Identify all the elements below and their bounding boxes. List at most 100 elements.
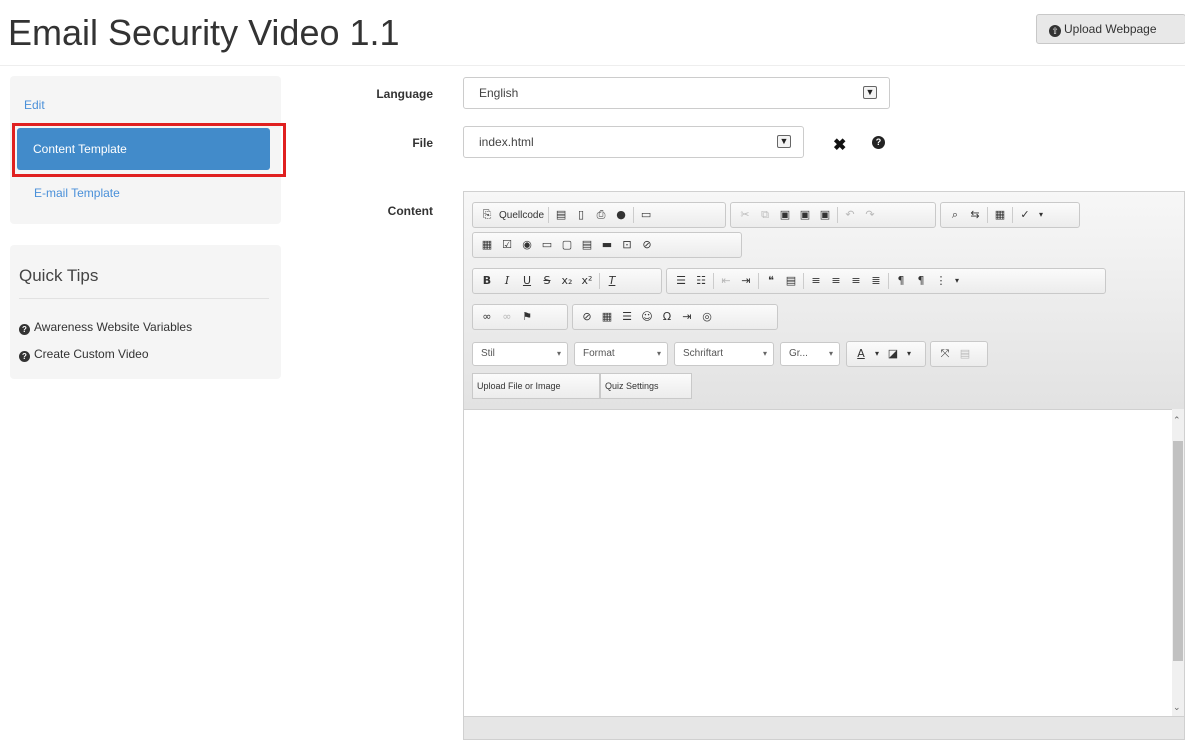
- sidebar-item-edit[interactable]: Edit: [24, 98, 45, 112]
- chevron-down-icon[interactable]: ▾: [874, 347, 880, 361]
- editor-content-area[interactable]: [464, 410, 1172, 716]
- chevron-down-icon: ▾: [656, 349, 661, 358]
- bulleted-list-icon[interactable]: ☷: [694, 274, 708, 288]
- delete-file-button[interactable]: ✖: [833, 135, 846, 155]
- link-icon[interactable]: ∞: [480, 310, 494, 324]
- style-dropdown-label: Stil: [481, 348, 495, 359]
- copy-icon[interactable]: ⧉: [758, 208, 772, 222]
- toolbar-group-forms: ▦ ☑ ◉ ▭ ▢ ▤ ▬ ⊡ ⊘: [472, 232, 742, 258]
- smiley-icon[interactable]: ☺: [640, 310, 654, 324]
- subscript-icon[interactable]: x₂: [560, 274, 574, 288]
- upload-file-button[interactable]: Upload File or Image: [472, 373, 600, 399]
- source-icon[interactable]: ⎘: [480, 208, 494, 222]
- chevron-down-icon[interactable]: ▾: [954, 274, 960, 288]
- undo-icon[interactable]: ↶: [843, 208, 857, 222]
- ltr-icon[interactable]: ¶: [894, 274, 908, 288]
- language-select-value: English: [479, 86, 519, 100]
- toolbar-group-paragraph: ☰ ☷ ⇤ ⇥ ❝ ▤ ≡ ≡ ≡ ≣ ¶ ¶ ⋮ ▾: [666, 268, 1106, 294]
- language-label: Language: [376, 87, 433, 101]
- text-color-icon[interactable]: A: [854, 347, 868, 361]
- justify-icon[interactable]: ≣: [869, 274, 883, 288]
- blockquote-icon[interactable]: ❝: [764, 274, 778, 288]
- horizontal-rule-icon[interactable]: ☰: [620, 310, 634, 324]
- file-select[interactable]: index.html ▼: [463, 126, 804, 158]
- maximize-icon[interactable]: ⤧: [938, 347, 952, 361]
- unlink-icon[interactable]: ∞: [500, 310, 514, 324]
- iframe-icon[interactable]: ◎: [700, 310, 714, 324]
- superscript-icon[interactable]: x²: [580, 274, 594, 288]
- button-field-icon[interactable]: ▬: [600, 238, 614, 252]
- rtl-icon[interactable]: ¶: [914, 274, 928, 288]
- language-select[interactable]: English ▼: [463, 77, 890, 109]
- strikethrough-icon[interactable]: S: [540, 274, 554, 288]
- page-break-icon[interactable]: ⇥: [680, 310, 694, 324]
- special-char-icon[interactable]: Ω: [660, 310, 674, 324]
- paste-word-icon[interactable]: ▣: [818, 208, 832, 222]
- font-dropdown[interactable]: Schriftart ▾: [674, 342, 774, 366]
- templates-icon[interactable]: ▭: [639, 208, 653, 222]
- toolbar-group-clipboard: ✂ ⧉ ▣ ▣ ▣ ↶ ↷: [730, 202, 936, 228]
- style-dropdown[interactable]: Stil ▾: [472, 342, 568, 366]
- italic-icon[interactable]: I: [500, 274, 514, 288]
- quick-tip-create-custom-video[interactable]: ? Create Custom Video: [19, 347, 149, 362]
- show-blocks-icon[interactable]: ▤: [958, 347, 972, 361]
- numbered-list-icon[interactable]: ☰: [674, 274, 688, 288]
- indent-icon[interactable]: ⇥: [739, 274, 753, 288]
- scroll-up-icon[interactable]: ⌃: [1173, 415, 1181, 426]
- file-select-value: index.html: [479, 135, 534, 149]
- size-dropdown[interactable]: Gr... ▾: [780, 342, 840, 366]
- image-button-icon[interactable]: ⊡: [620, 238, 634, 252]
- editor-status-bar: [464, 716, 1184, 739]
- spellcheck-icon[interactable]: ✓: [1018, 208, 1032, 222]
- radio-icon[interactable]: ◉: [520, 238, 534, 252]
- select-field-icon[interactable]: ▤: [580, 238, 594, 252]
- table-icon[interactable]: ▦: [600, 310, 614, 324]
- hidden-field-icon[interactable]: ⊘: [640, 238, 654, 252]
- flash-icon[interactable]: ⊘: [580, 310, 594, 324]
- quick-tip-awareness-variables[interactable]: ? Awareness Website Variables: [19, 320, 192, 335]
- scroll-down-icon[interactable]: ⌄: [1173, 702, 1181, 713]
- replace-icon[interactable]: ⇆: [968, 208, 982, 222]
- upload-webpage-button[interactable]: ⇧ Upload Webpage: [1036, 14, 1185, 44]
- background-color-icon[interactable]: ◪: [886, 347, 900, 361]
- anchor-icon[interactable]: ⚑: [520, 310, 534, 324]
- bold-icon[interactable]: B: [480, 274, 494, 288]
- language-icon[interactable]: ⋮: [934, 274, 948, 288]
- toolbar-group-document: ⎘ Quellcode ▤ ▯ ⎙ ● ▭: [472, 202, 726, 228]
- print-icon[interactable]: ●: [614, 208, 628, 222]
- textfield-icon[interactable]: ▭: [540, 238, 554, 252]
- align-right-icon[interactable]: ≡: [849, 274, 863, 288]
- paste-icon[interactable]: ▣: [778, 208, 792, 222]
- format-dropdown[interactable]: Format ▾: [574, 342, 668, 366]
- outdent-icon[interactable]: ⇤: [719, 274, 733, 288]
- help-icon[interactable]: ?: [872, 136, 885, 149]
- remove-format-icon[interactable]: T: [605, 274, 619, 288]
- preview-icon[interactable]: ⎙: [594, 208, 608, 222]
- paste-text-icon[interactable]: ▣: [798, 208, 812, 222]
- sidebar-item-email-template[interactable]: E-mail Template: [34, 186, 120, 200]
- new-page-icon[interactable]: ▯: [574, 208, 588, 222]
- save-icon[interactable]: ▤: [554, 208, 568, 222]
- page-title: Email Security Video 1.1: [8, 12, 400, 53]
- chevron-down-icon[interactable]: ▾: [1038, 208, 1044, 222]
- select-all-icon[interactable]: ▦: [993, 208, 1007, 222]
- editor-toolbar: ⎘ Quellcode ▤ ▯ ⎙ ● ▭ ✂ ⧉ ▣ ▣ ▣ ↶ ↷ ⌕ ⇆ ▦…: [464, 192, 1184, 410]
- toolbar-group-links: ∞ ∞ ⚑: [472, 304, 568, 330]
- align-left-icon[interactable]: ≡: [809, 274, 823, 288]
- cut-icon[interactable]: ✂: [738, 208, 752, 222]
- chevron-down-icon: ▼: [863, 86, 877, 99]
- find-icon[interactable]: ⌕: [948, 208, 962, 222]
- align-center-icon[interactable]: ≡: [829, 274, 843, 288]
- source-button[interactable]: Quellcode: [497, 210, 546, 221]
- chevron-down-icon[interactable]: ▾: [906, 347, 912, 361]
- textarea-icon[interactable]: ▢: [560, 238, 574, 252]
- div-container-icon[interactable]: ▤: [784, 274, 798, 288]
- editor-scrollbar[interactable]: ⌃ ⌄: [1172, 409, 1184, 717]
- checkbox-icon[interactable]: ☑: [500, 238, 514, 252]
- form-icon[interactable]: ▦: [480, 238, 494, 252]
- redo-icon[interactable]: ↷: [863, 208, 877, 222]
- underline-icon[interactable]: U: [520, 274, 534, 288]
- chevron-down-icon: ▾: [828, 349, 833, 358]
- quiz-settings-button[interactable]: Quiz Settings: [600, 373, 692, 399]
- scrollbar-thumb[interactable]: [1173, 441, 1183, 661]
